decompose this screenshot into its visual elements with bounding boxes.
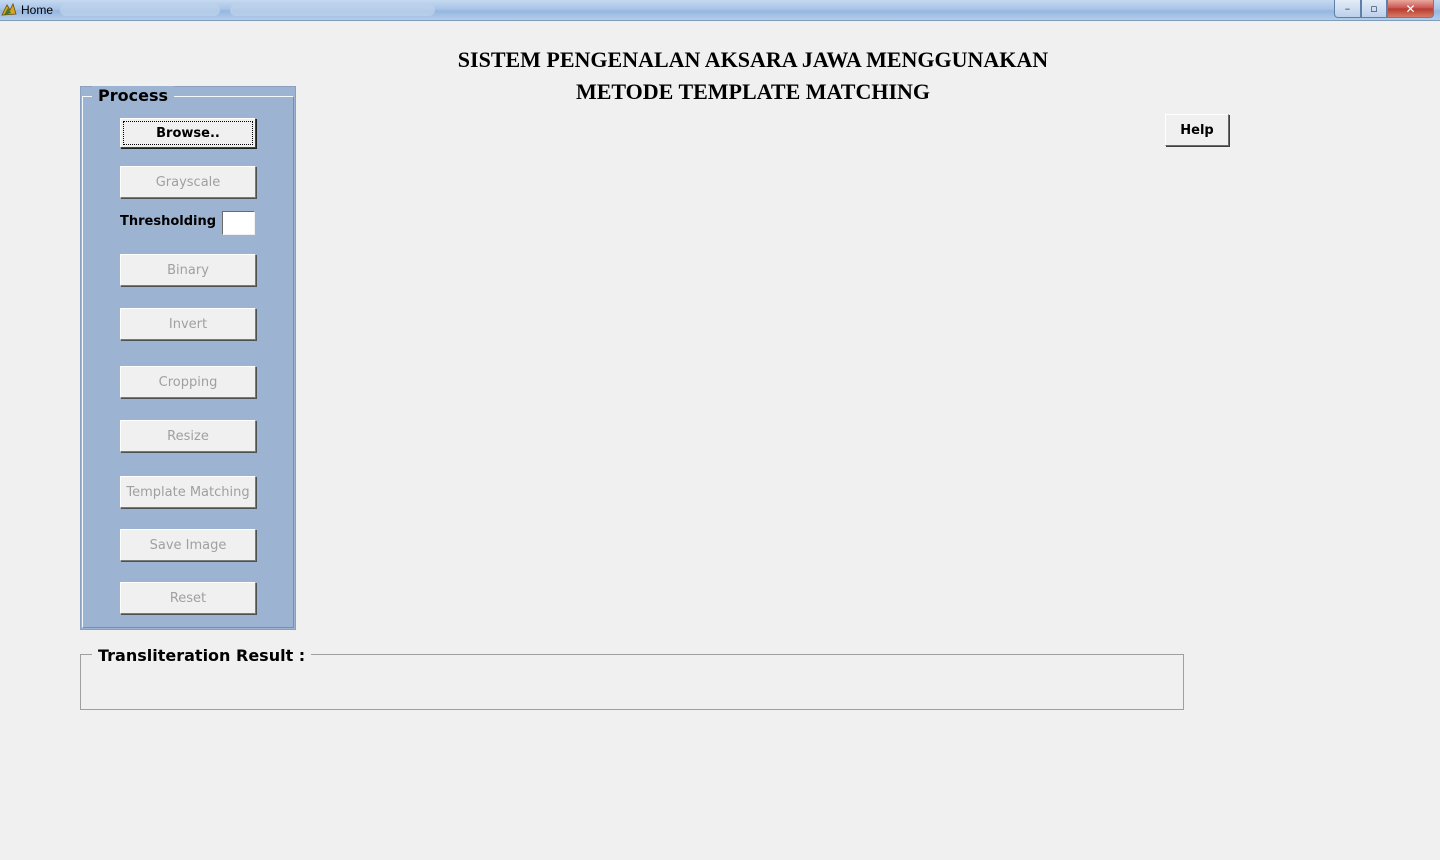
invert-button[interactable]: Invert [120, 308, 256, 340]
resize-button[interactable]: Resize [120, 420, 256, 452]
thresholding-input[interactable] [222, 211, 255, 235]
save-image-button[interactable]: Save Image [120, 529, 256, 561]
reset-button[interactable]: Reset [120, 582, 256, 614]
page-title: SISTEM PENGENALAN AKSARA JAWA MENGGUNAKA… [300, 44, 1206, 108]
maximize-button[interactable]: ▫ [1361, 0, 1387, 18]
template-matching-button[interactable]: Template Matching [120, 476, 256, 508]
help-button[interactable]: Help [1165, 114, 1229, 146]
page-title-line-2: METODE TEMPLATE MATCHING [575, 79, 931, 104]
title-bar-obscured-area [60, 4, 220, 16]
minimize-button[interactable]: – [1334, 0, 1361, 18]
close-button[interactable]: ✕ [1387, 0, 1434, 18]
page-title-line-1: SISTEM PENGENALAN AKSARA JAWA MENGGUNAKA… [457, 47, 1049, 72]
binary-button[interactable]: Binary [120, 254, 256, 286]
thresholding-label: Thresholding : [120, 214, 226, 229]
transliteration-result-title: Transliteration Result : [92, 645, 312, 667]
cropping-button[interactable]: Cropping [120, 366, 256, 398]
browse-button[interactable]: Browse.. [120, 118, 256, 148]
window-title: Home [21, 3, 54, 17]
matlab-app-icon [1, 2, 17, 16]
process-panel-title: Process [92, 86, 174, 106]
title-bar-obscured-area [230, 4, 435, 16]
grayscale-button[interactable]: Grayscale [120, 166, 256, 198]
transliteration-result-text [100, 676, 1170, 700]
title-bar[interactable]: Home – ▫ ✕ [0, 0, 1440, 21]
app-window: Home – ▫ ✕ SISTEM PENGENALAN AKSARA JAWA… [0, 0, 1440, 860]
